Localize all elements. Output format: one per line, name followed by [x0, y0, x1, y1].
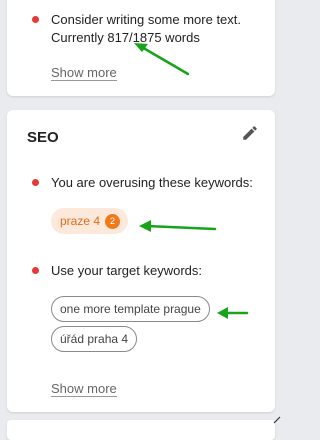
resize-corner-icon — [273, 416, 281, 424]
green-arrow-icon — [139, 220, 217, 232]
green-arrow-icon — [134, 43, 190, 76]
annotation-arrows — [134, 43, 249, 319]
green-arrow-icon — [217, 307, 249, 319]
